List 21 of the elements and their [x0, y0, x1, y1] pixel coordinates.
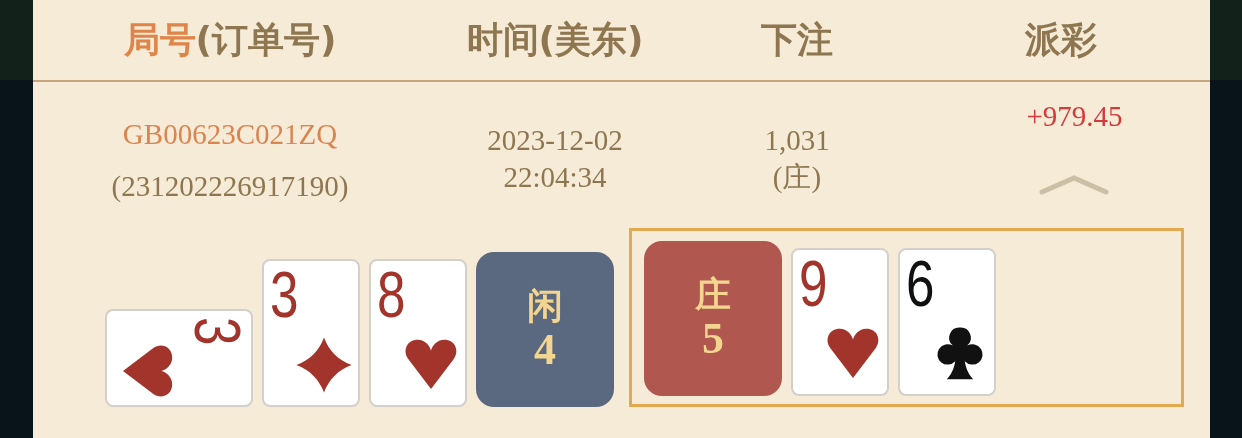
- chevron-up-icon[interactable]: [1039, 174, 1110, 195]
- side-label: 庄: [695, 273, 731, 315]
- score-value: 4: [534, 326, 556, 375]
- card-rank: 6: [906, 252, 935, 316]
- card-rank: 9: [799, 252, 828, 316]
- round-id[interactable]: GB00623C021ZQ: [122, 108, 338, 160]
- column-header: 时间(美东): [466, 22, 644, 58]
- time-text: 22:04:34: [503, 160, 607, 195]
- column-header: 派彩: [1024, 22, 1097, 58]
- bet-side: (庄): [772, 160, 822, 195]
- column-header: 下注: [761, 22, 833, 58]
- bet-amount: 1,031: [764, 123, 830, 158]
- order-number: (231202226917190): [111, 169, 349, 204]
- date-text: 2023-12-02: [487, 123, 623, 158]
- score-value: 5: [702, 315, 724, 364]
- side-label: 闲: [527, 284, 563, 326]
- card-rank: 3: [270, 263, 299, 327]
- card-rank: 3: [185, 317, 249, 346]
- column-header: 局号(订单号): [123, 22, 337, 58]
- card-rank: 8: [377, 263, 406, 327]
- payout-amount: +979.45: [1026, 99, 1123, 133]
